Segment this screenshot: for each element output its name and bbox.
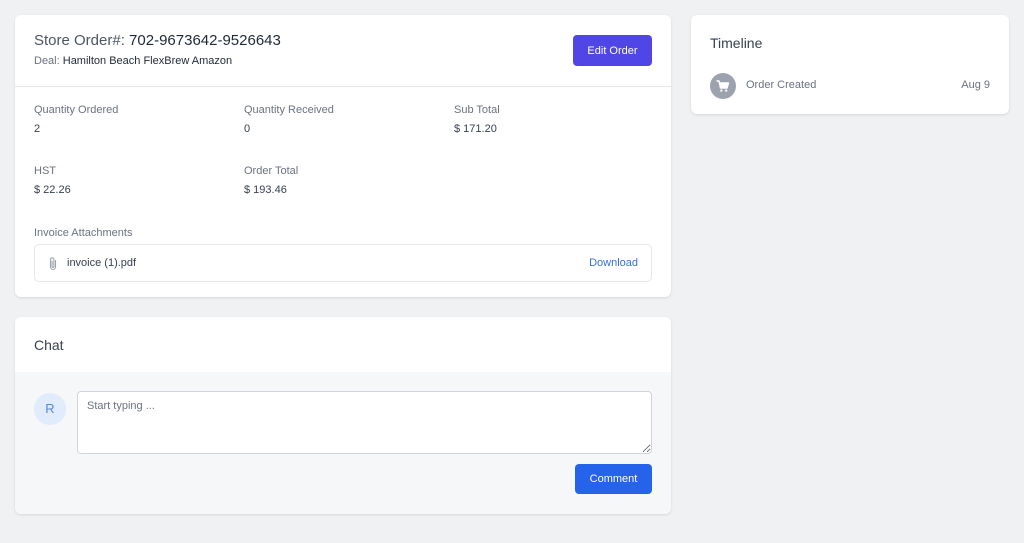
deal-line: Deal: Hamilton Beach FlexBrew Amazon	[34, 55, 232, 67]
comment-button[interactable]: Comment	[575, 464, 652, 494]
avatar: R	[34, 393, 66, 425]
order-header: Store Order#: 702-9673642-9526643 Deal: …	[15, 15, 671, 87]
invoice-attachments-label: Invoice Attachments	[34, 227, 133, 239]
field-label: Sub Total	[454, 104, 500, 116]
chat-title: Chat	[34, 337, 64, 353]
field-label: Order Total	[244, 165, 299, 177]
download-link[interactable]: Download	[589, 257, 638, 269]
cart-icon	[710, 73, 736, 99]
field-value: 2	[34, 123, 41, 135]
field-value: $ 193.46	[244, 184, 287, 196]
sub-total-field: Sub Total $ 171.20	[454, 104, 500, 135]
hst-field: HST $ 22.26	[34, 165, 71, 196]
field-value: $ 22.26	[34, 184, 71, 196]
timeline-event-date: Aug 9	[961, 79, 990, 91]
deal-name: Hamilton Beach FlexBrew Amazon	[62, 55, 233, 67]
timeline-card: Timeline Order Created Aug 9	[691, 15, 1009, 114]
comment-input[interactable]	[77, 391, 652, 454]
chat-compose-area: R Comment	[15, 372, 671, 514]
order-title-prefix: Store Order#:	[34, 32, 125, 49]
quantity-received-field: Quantity Received 0	[244, 104, 334, 135]
attachment-row: invoice (1).pdf Download	[34, 244, 652, 282]
order-details-card: Store Order#: 702-9673642-9526643 Deal: …	[15, 15, 671, 297]
quantity-ordered-field: Quantity Ordered 2	[34, 104, 118, 135]
paperclip-icon	[47, 256, 59, 272]
field-value: 0	[244, 123, 251, 135]
field-value: $ 171.20	[454, 123, 497, 135]
order-total-field: Order Total $ 193.46	[244, 165, 298, 196]
timeline-event-label: Order Created	[746, 79, 817, 91]
chat-header: Chat	[15, 317, 671, 372]
deal-prefix: Deal:	[34, 55, 60, 67]
attachment-file-name: invoice (1).pdf	[67, 257, 137, 269]
chat-card: Chat R Comment	[15, 317, 671, 514]
field-label: Quantity Received	[244, 104, 334, 116]
field-label: HST	[34, 165, 56, 177]
order-title: Store Order#: 702-9673642-9526643	[34, 32, 281, 49]
order-number: 702-9673642-9526643	[129, 32, 281, 49]
field-label: Quantity Ordered	[34, 104, 119, 116]
timeline-title: Timeline	[710, 35, 763, 51]
edit-order-button[interactable]: Edit Order	[573, 35, 652, 66]
